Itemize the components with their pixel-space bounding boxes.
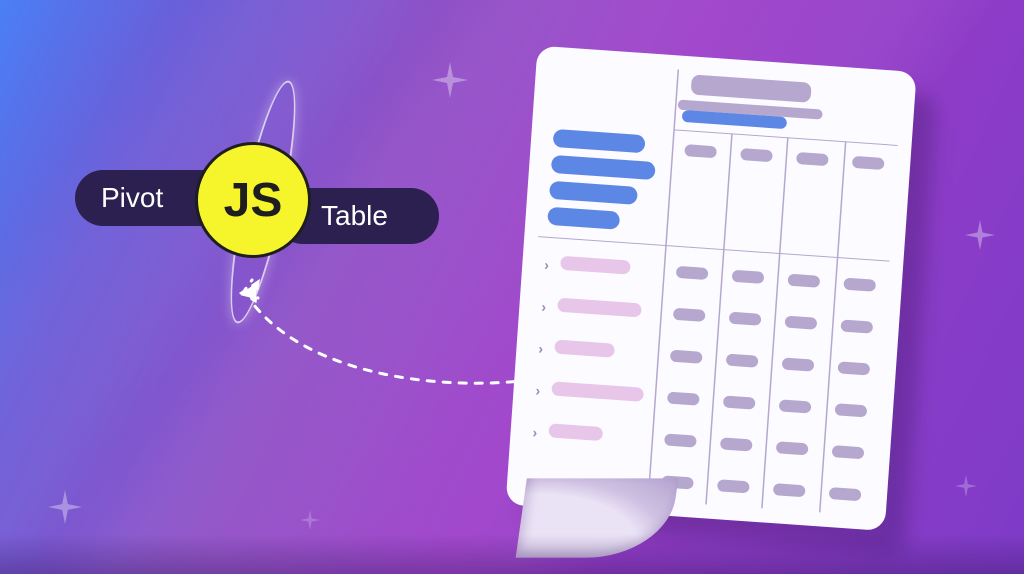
sparkle-icon	[955, 475, 977, 497]
sparkle-icon	[300, 510, 320, 530]
chevron-right-icon: ›	[538, 340, 544, 356]
js-label: JS	[224, 173, 283, 228]
js-badge-icon: JS	[195, 142, 311, 258]
table-label: Table	[321, 200, 388, 232]
sparkle-icon	[965, 220, 995, 250]
pivot-label: Pivot	[101, 182, 163, 214]
pivot-js-table-badge: Pivot Table JS	[75, 140, 455, 260]
bottom-shadow	[0, 534, 1024, 574]
chevron-right-icon: ›	[532, 424, 538, 440]
chevron-right-icon: ›	[544, 257, 550, 273]
chevron-right-icon: ›	[541, 299, 547, 315]
chevron-right-icon: ›	[535, 382, 541, 398]
sparkle-icon	[48, 490, 82, 524]
sparkle-icon	[432, 62, 468, 98]
